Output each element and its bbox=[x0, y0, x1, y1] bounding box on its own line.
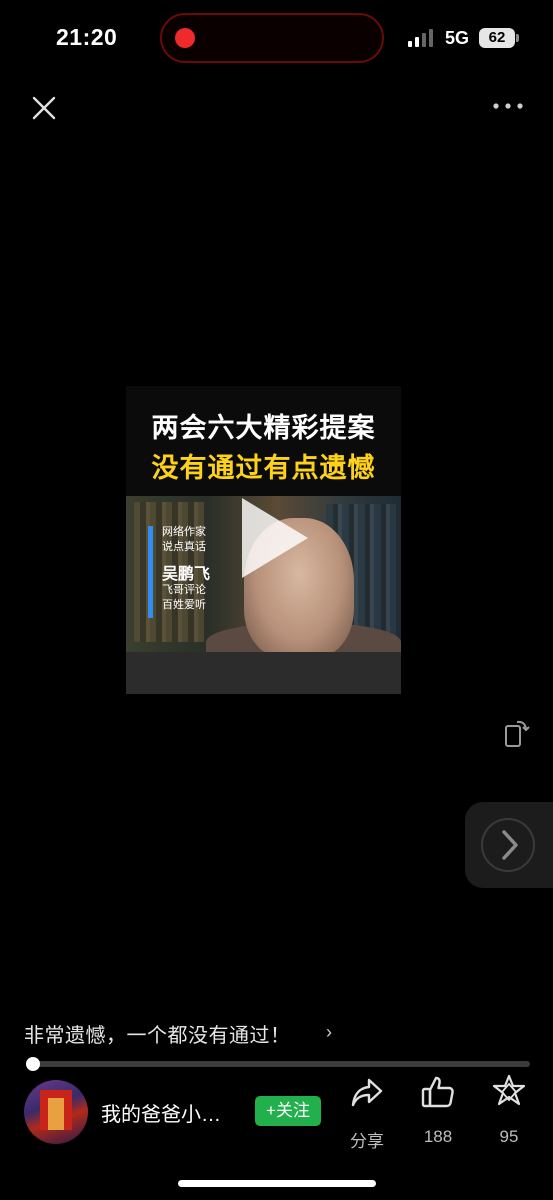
video-title-line1: 两会六大精彩提案 bbox=[151, 413, 376, 443]
rotate-screen-icon[interactable] bbox=[503, 718, 531, 748]
video-title-line2: 没有通过有点遗憾 bbox=[151, 453, 376, 483]
chevron-right-icon[interactable] bbox=[496, 828, 524, 862]
author-avatar[interactable] bbox=[24, 1080, 88, 1144]
side-label-3: 飞哥评论 bbox=[162, 584, 206, 596]
author-name[interactable]: 我的爸爸小… bbox=[101, 1098, 221, 1127]
side-label-2: 说点真话 bbox=[162, 541, 206, 553]
status-time: 21:20 bbox=[56, 24, 118, 50]
battery-icon: 62 bbox=[479, 28, 515, 48]
share-label: 分享 bbox=[350, 1132, 384, 1151]
more-options-icon[interactable] bbox=[492, 98, 524, 114]
network-type: 5G bbox=[445, 28, 470, 48]
recording-indicator-icon bbox=[175, 28, 195, 48]
video-player[interactable]: 两会六大精彩提案 没有通过有点遗憾 网络作家 说点真话 吴鹏飞 飞哥评论 百姓爱… bbox=[126, 386, 401, 694]
battery-tip bbox=[516, 34, 519, 42]
speaker-name: 吴鹏飞 bbox=[162, 566, 211, 583]
progress-track[interactable] bbox=[28, 1061, 530, 1067]
thumbs-up-icon[interactable] bbox=[420, 1074, 456, 1110]
home-indicator[interactable] bbox=[178, 1180, 376, 1187]
follow-button[interactable]: +关注 bbox=[255, 1096, 321, 1126]
label-accent-bar bbox=[148, 526, 153, 618]
video-bottom-bar bbox=[126, 652, 401, 694]
avatar-art-detail bbox=[48, 1098, 64, 1130]
favorite-count: 95 bbox=[499, 1127, 519, 1146]
signal-strength-icon bbox=[408, 29, 433, 47]
video-title-banner: 两会六大精彩提案 没有通过有点遗憾 bbox=[126, 386, 401, 496]
play-icon[interactable] bbox=[242, 498, 308, 578]
close-icon[interactable] bbox=[30, 94, 58, 122]
video-caption[interactable]: 非常遗憾，一个都没有通过！ bbox=[24, 1019, 291, 1048]
side-label-4: 百姓爱听 bbox=[162, 599, 206, 611]
like-count: 188 bbox=[423, 1127, 453, 1146]
share-icon[interactable] bbox=[349, 1074, 385, 1110]
caption-expand-icon[interactable]: › bbox=[326, 1022, 332, 1043]
favorite-star-icon[interactable] bbox=[491, 1074, 527, 1110]
progress-thumb[interactable] bbox=[26, 1057, 41, 1071]
side-label-1: 网络作家 bbox=[162, 526, 206, 538]
